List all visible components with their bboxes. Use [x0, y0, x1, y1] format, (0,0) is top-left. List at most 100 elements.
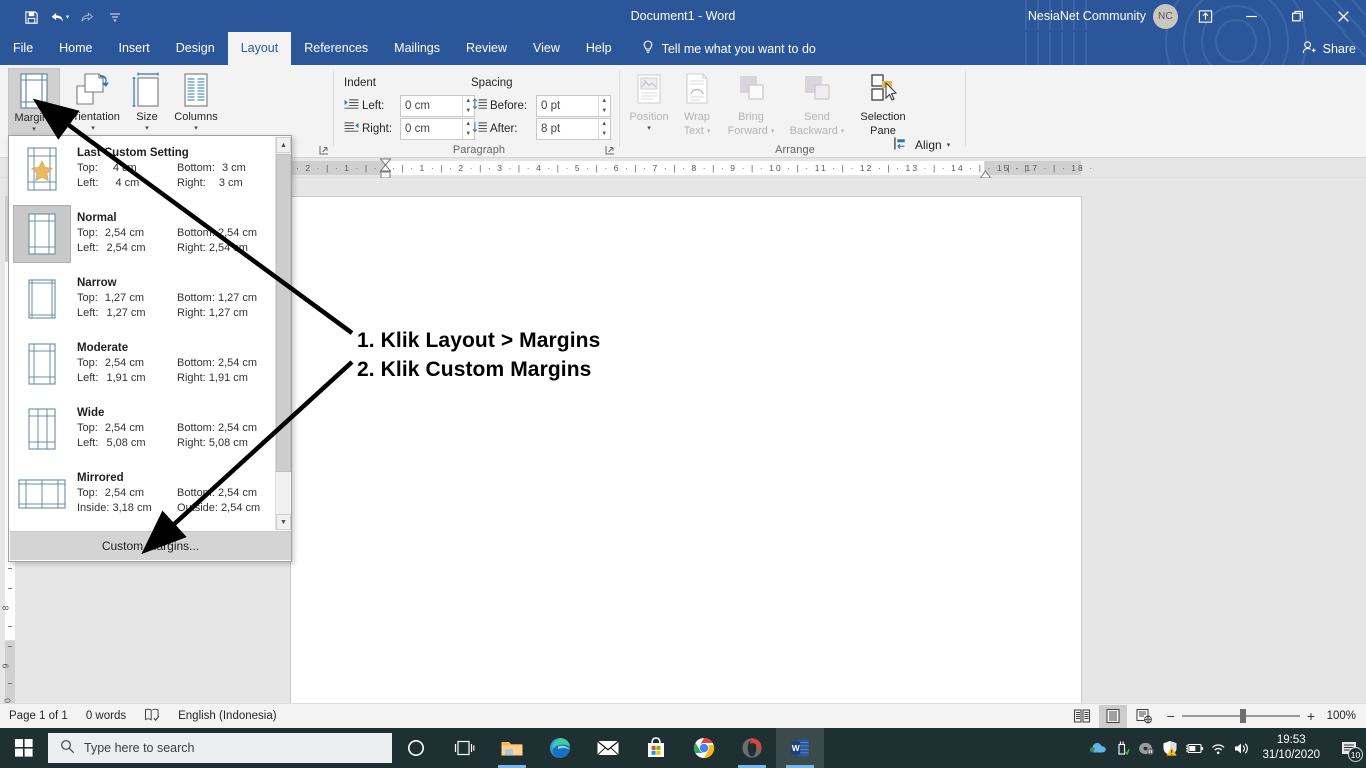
- orientation-icon: [73, 68, 113, 110]
- scroll-up-arrow-icon[interactable]: ▲: [276, 137, 291, 153]
- tell-me-search[interactable]: Tell me what you want to do: [625, 32, 816, 65]
- close-icon[interactable]: [1320, 0, 1366, 32]
- avatar[interactable]: NC: [1153, 3, 1178, 29]
- tab-view[interactable]: View: [520, 32, 573, 65]
- tab-design[interactable]: Design: [163, 32, 228, 65]
- indent-left-input[interactable]: [401, 96, 462, 116]
- size-dropdown-caret-icon[interactable]: ▾: [145, 125, 149, 132]
- microsoft-edge-icon[interactable]: [536, 728, 584, 768]
- spacing-before-stepper[interactable]: ▲ ▼: [597, 96, 610, 116]
- custom-margins-label: Custom Margins...: [101, 539, 200, 553]
- restore-icon[interactable]: [1274, 0, 1320, 32]
- send-backward-dropdown-caret-icon[interactable]: ▾: [841, 128, 845, 135]
- volume-icon[interactable]: [1230, 728, 1254, 768]
- minimize-icon[interactable]: [1228, 0, 1274, 32]
- disc-icon[interactable]: [1134, 728, 1158, 768]
- tab-layout[interactable]: Layout: [227, 32, 292, 65]
- scrollbar-thumb[interactable]: [276, 154, 291, 472]
- word-icon[interactable]: W: [776, 728, 824, 768]
- file-explorer-icon[interactable]: [488, 728, 536, 768]
- action-center-icon[interactable]: 10: [1332, 728, 1366, 768]
- google-chrome-icon[interactable]: [680, 728, 728, 768]
- onedrive-icon[interactable]: [1086, 728, 1110, 768]
- zoom-track[interactable]: [1181, 709, 1300, 723]
- margins-dropdown-caret-icon[interactable]: ▾: [32, 126, 36, 133]
- margins-item-last-custom-setting[interactable]: Last Custom Setting Top: 4 cm Bottom: 3 …: [9, 136, 276, 201]
- zoom-level-button[interactable]: 100%: [1324, 710, 1362, 722]
- spacing-after-field[interactable]: ▲▼: [536, 118, 611, 140]
- tab-mailings[interactable]: Mailings: [381, 32, 453, 65]
- windows-start-icon[interactable]: [0, 728, 48, 768]
- bring-forward-dropdown-caret-icon[interactable]: ▾: [771, 128, 775, 135]
- web-layout-button[interactable]: [1130, 705, 1158, 728]
- tab-references[interactable]: References: [291, 32, 381, 65]
- search-input[interactable]: Type here to search: [48, 733, 392, 763]
- margins-item-moderate[interactable]: Moderate Top: 2,54 cm Bottom: 2,54 cm Le…: [9, 331, 276, 396]
- cortana-icon[interactable]: [392, 728, 440, 768]
- margins-item-wide[interactable]: Wide Top: 2,54 cm Bottom: 2,54 cm Left: …: [9, 396, 276, 461]
- ruler-ticks-tail: · | · 17 · | · 18 ·: [998, 163, 1095, 173]
- word-count[interactable]: 0 words: [77, 710, 135, 722]
- stepper-down-icon[interactable]: ▼: [599, 106, 610, 116]
- tab-insert[interactable]: Insert: [106, 32, 163, 65]
- usb-eject-icon[interactable]: [1110, 728, 1134, 768]
- margin-value: 1,27 cm: [104, 292, 144, 304]
- account-area[interactable]: NesiaNet Community NC: [1028, 0, 1178, 32]
- paragraph-dialog-launcher[interactable]: [604, 143, 616, 155]
- page-indicator[interactable]: Page 1 of 1: [0, 710, 77, 722]
- columns-icon: [179, 68, 213, 110]
- indent-right-input[interactable]: [401, 119, 462, 139]
- bring-forward-button[interactable]: Bring Forward ▾: [720, 68, 782, 148]
- tab-help[interactable]: Help: [573, 32, 625, 65]
- language-indicator[interactable]: English (Indonesia): [169, 710, 285, 722]
- microsoft-store-icon[interactable]: [632, 728, 680, 768]
- stepper-down-icon[interactable]: ▼: [599, 129, 610, 139]
- share-button[interactable]: Share: [1301, 32, 1356, 65]
- battery-icon[interactable]: [1182, 728, 1206, 768]
- stepper-up-icon[interactable]: ▲: [599, 119, 610, 129]
- zoom-out-button[interactable]: −: [1167, 708, 1175, 724]
- scroll-down-arrow-icon[interactable]: ▼: [276, 514, 291, 530]
- mail-icon[interactable]: [584, 728, 632, 768]
- print-layout-button[interactable]: [1098, 704, 1127, 728]
- margins-item-narrow[interactable]: Narrow Top: 1,27 cm Bottom: 1,27 cm Left…: [9, 266, 276, 331]
- read-mode-button[interactable]: [1068, 705, 1096, 728]
- tab-file[interactable]: File: [0, 32, 46, 65]
- spacing-before-input[interactable]: [537, 96, 598, 116]
- spacing-before-field[interactable]: ▲▼: [536, 95, 611, 117]
- page-setup-dialog-launcher[interactable]: [318, 143, 330, 155]
- zoom-slider[interactable]: − +: [1161, 708, 1321, 724]
- zoom-handle[interactable]: [1239, 709, 1246, 723]
- position-button[interactable]: Position ▾: [624, 68, 674, 148]
- custom-margins-menu-item[interactable]: Custom Margins...: [10, 531, 291, 560]
- orientation-dropdown-caret-icon[interactable]: ▾: [91, 125, 95, 132]
- columns-dropdown-caret-icon[interactable]: ▾: [194, 125, 198, 132]
- opera-icon[interactable]: [728, 728, 776, 768]
- ribbon-group-arrange: Position ▾ Wrap Text ▾ Bring Forward ▾ S…: [624, 65, 966, 198]
- zoom-in-button[interactable]: +: [1307, 708, 1315, 724]
- margin-value: 5,08 cm: [208, 437, 248, 449]
- indent-right-field[interactable]: ▲▼: [400, 118, 475, 140]
- security-warning-icon[interactable]: [1158, 728, 1182, 768]
- wifi-icon[interactable]: [1206, 728, 1230, 768]
- clock[interactable]: 19:53 31/10/2020: [1254, 728, 1332, 768]
- spacing-after-stepper[interactable]: ▲ ▼: [597, 119, 610, 139]
- send-backward-button[interactable]: Send Backward ▾: [782, 68, 852, 148]
- indent-left-field[interactable]: ▲▼: [400, 95, 475, 117]
- stepper-up-icon[interactable]: ▲: [599, 96, 610, 106]
- tab-home[interactable]: Home: [46, 32, 105, 65]
- margins-item-normal[interactable]: Normal Top: 2,54 cm Bottom: 2,54 cm Left…: [9, 201, 276, 266]
- wrap-text-dropdown-caret-icon[interactable]: ▾: [707, 128, 711, 135]
- margins-menu-scrollbar[interactable]: ▲ ▼: [275, 137, 291, 530]
- position-dropdown-caret-icon[interactable]: ▾: [647, 125, 651, 132]
- proofing-status[interactable]: [135, 708, 169, 725]
- wrap-text-label-bottom: Text: [683, 124, 704, 137]
- ribbon-display-options-icon[interactable]: [1182, 0, 1228, 32]
- margins-item-mirrored[interactable]: Mirrored Top: 2,54 cm Bottom: 2,54 cm In…: [9, 461, 276, 526]
- task-view-icon[interactable]: [440, 728, 488, 768]
- document-page[interactable]: [290, 196, 1082, 706]
- tab-review[interactable]: Review: [453, 32, 520, 65]
- spacing-after-input[interactable]: [537, 119, 598, 139]
- wrap-text-button[interactable]: Wrap Text ▾: [674, 68, 720, 148]
- proofing-check-icon: [144, 708, 160, 725]
